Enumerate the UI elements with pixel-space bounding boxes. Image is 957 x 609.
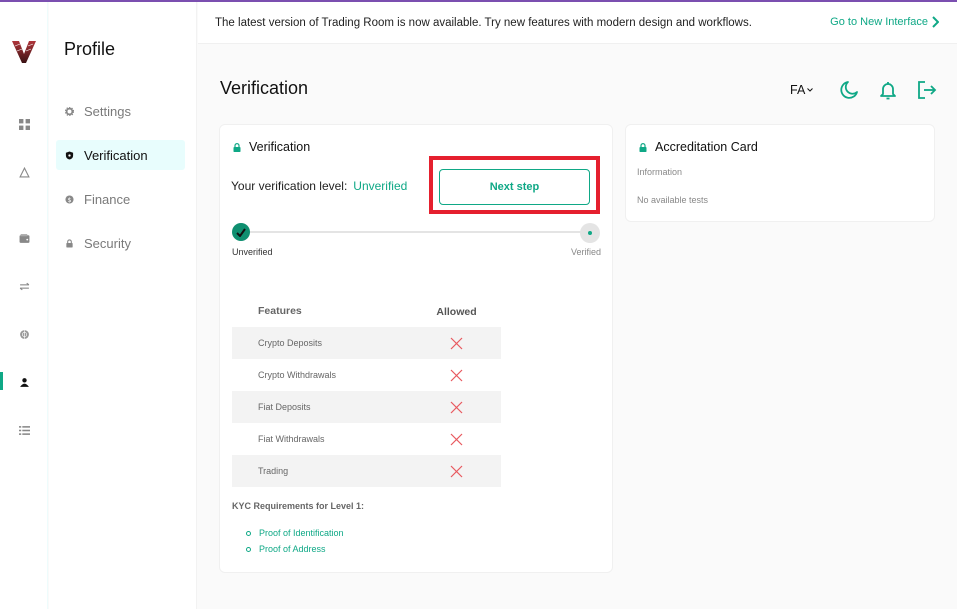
sidebar-item-security[interactable]: Security [56, 228, 185, 258]
go-to-new-interface-link[interactable]: Go to New Interface [830, 16, 939, 28]
accreditation-card-title: Accreditation Card [655, 140, 758, 154]
table-row: Crypto Withdrawals [232, 359, 501, 391]
kyc-requirements-list: Proof of Identification Proof of Address [246, 525, 344, 557]
kyc-item-proof-of-address[interactable]: Proof of Address [246, 541, 344, 557]
sidebar-item-settings[interactable]: Settings [56, 96, 185, 126]
not-allowed-icon [412, 433, 501, 446]
feature-name: Trading [258, 466, 289, 476]
lock-icon [639, 142, 647, 152]
feature-name: Fiat Withdrawals [258, 434, 325, 444]
chevron-right-icon [932, 16, 939, 28]
user-icon [19, 377, 29, 387]
sidebar-item-label: Finance [84, 191, 131, 207]
feature-name: Crypto Withdrawals [258, 370, 337, 380]
verification-progress-track [240, 231, 592, 233]
table-row: Fiat Deposits [232, 391, 501, 423]
rail-item-orders[interactable] [0, 418, 48, 442]
update-banner: The latest version of Trading Room is no… [198, 2, 957, 44]
rail-item-exchange[interactable] [0, 274, 48, 298]
header-features: Features [258, 305, 302, 317]
language-value: FA [790, 83, 806, 97]
banner-message: The latest version of Trading Room is no… [215, 16, 752, 29]
language-selector[interactable]: FA [790, 83, 814, 97]
shield-icon [65, 150, 74, 160]
step-unverified-complete [232, 223, 250, 241]
progress-start-label: Unverified [232, 247, 273, 257]
not-allowed-icon [412, 465, 501, 478]
gear-icon [65, 106, 74, 116]
logo-icon [12, 41, 36, 63]
sidebar-item-verification[interactable]: Verification [56, 140, 185, 170]
table-row: Trading [232, 455, 501, 487]
sidebar-item-finance[interactable]: $ Finance [56, 184, 185, 214]
verification-card: Verification Your verification level: Unv… [219, 124, 613, 573]
globe-icon [19, 329, 29, 339]
grid-icon [18, 118, 30, 130]
verification-level-value: Unverified [353, 179, 408, 193]
step-dot [588, 231, 592, 235]
verification-card-header: Verification [233, 140, 310, 154]
profile-sidebar: Profile Settings Verification $ Finance … [49, 2, 197, 609]
sidebar-item-label: Security [84, 235, 131, 251]
wallet-icon [19, 233, 29, 243]
triangle-icon [18, 166, 30, 177]
kyc-requirements-title: KYC Requirements for Level 1: [232, 501, 365, 511]
accreditation-card-header: Accreditation Card [639, 140, 758, 154]
rail-item-profile[interactable] [0, 370, 48, 394]
table-row: Crypto Deposits [232, 327, 501, 359]
rail-item-global[interactable] [0, 322, 48, 346]
sidebar-title: Profile [64, 39, 116, 59]
features-table: Features Allowed Crypto Deposits Crypto … [232, 295, 501, 487]
chevron-down-icon [807, 88, 814, 92]
not-allowed-icon [412, 369, 501, 382]
features-table-header: Features Allowed [232, 295, 501, 327]
svg-text:$: $ [67, 196, 71, 203]
logout-icon[interactable] [917, 80, 937, 100]
table-row: Fiat Withdrawals [232, 423, 501, 455]
exchange-icon [19, 282, 29, 290]
bell-icon[interactable] [878, 80, 898, 100]
lock-icon [233, 142, 241, 152]
rail-item-dashboard[interactable] [0, 112, 48, 136]
verification-level: Your verification level: Unverified [231, 179, 407, 193]
verification-card-title: Verification [249, 140, 311, 154]
lock-icon [65, 238, 74, 248]
feature-name: Crypto Deposits [258, 338, 323, 348]
progress-end-label: Verified [570, 247, 601, 257]
verification-level-label: Your verification level: [231, 179, 348, 193]
list-icon [18, 425, 30, 435]
banner-link-label: Go to New Interface [830, 16, 928, 28]
accreditation-info-label: Information [637, 167, 683, 177]
next-step-button[interactable]: Next step [439, 169, 590, 205]
kyc-item-proof-of-identification[interactable]: Proof of Identification [246, 525, 344, 541]
not-allowed-icon [412, 401, 501, 414]
rail-item-wallet[interactable] [0, 226, 48, 250]
accreditation-empty-text: No available tests [637, 195, 709, 205]
check-icon [236, 227, 246, 237]
coin-icon: $ [65, 194, 74, 204]
sidebar-item-label: Verification [84, 147, 148, 163]
feature-name: Fiat Deposits [258, 402, 311, 412]
sidebar-item-label: Settings [84, 103, 131, 119]
step-verified-pending [580, 223, 600, 243]
rail-item-market[interactable] [0, 160, 48, 184]
icon-rail [0, 2, 48, 609]
not-allowed-icon [412, 337, 501, 350]
accreditation-card: Accreditation Card Information No availa… [625, 124, 935, 222]
header-allowed: Allowed [436, 306, 477, 318]
theme-toggle-moon-icon[interactable] [839, 80, 859, 100]
logo[interactable] [11, 40, 37, 64]
header-tools: FA [790, 80, 937, 100]
page-title: Verification [220, 78, 309, 98]
